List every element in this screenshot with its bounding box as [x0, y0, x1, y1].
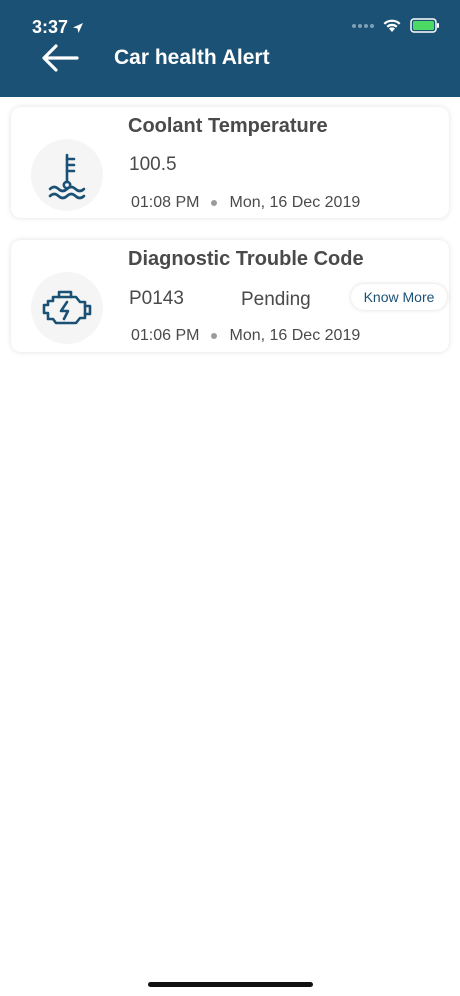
- app-header: 3:37 Car health Alert: [0, 0, 460, 97]
- alert-card-coolant[interactable]: Coolant Temperature 100.5 01:08 PM Mon, …: [11, 107, 449, 218]
- wifi-icon: [383, 19, 401, 32]
- alert-title: Diagnostic Trouble Code: [128, 248, 364, 270]
- separator-dot: [211, 333, 218, 339]
- know-more-button[interactable]: Know More: [351, 284, 447, 310]
- alert-value: 100.5: [129, 154, 177, 175]
- alert-status: Pending: [241, 289, 311, 310]
- alert-title: Coolant Temperature: [128, 115, 328, 137]
- separator-dot: [211, 200, 218, 206]
- page-title: Car health Alert: [114, 46, 270, 69]
- coolant-temperature-icon: [48, 153, 86, 200]
- alert-date: Mon, 16 Dec 2019: [229, 194, 361, 211]
- status-bar-right: [352, 18, 440, 33]
- status-bar-time: 3:37: [32, 17, 84, 38]
- alert-date: Mon, 16 Dec 2019: [229, 327, 361, 344]
- back-arrow-icon: [42, 44, 79, 72]
- home-indicator[interactable]: [148, 982, 313, 987]
- battery-icon: [410, 18, 439, 33]
- alert-icon-circle: [31, 139, 103, 211]
- alert-icon-circle: [31, 272, 103, 344]
- location-arrow-icon: [73, 22, 84, 33]
- back-button[interactable]: [40, 40, 80, 76]
- alert-card-dtc[interactable]: Diagnostic Trouble Code P0143 Pending Kn…: [11, 240, 449, 352]
- alert-time: 01:06 PM: [131, 327, 200, 344]
- alert-meta: 01:08 PM Mon, 16 Dec 2019: [131, 194, 360, 212]
- alert-time: 01:08 PM: [131, 194, 200, 211]
- engine-check-icon: [42, 290, 92, 325]
- alert-value: P0143: [129, 288, 184, 309]
- alert-meta: 01:06 PM Mon, 16 Dec 2019: [131, 327, 360, 345]
- cellular-signal-icon: [352, 23, 374, 28]
- status-time-text: 3:37: [32, 17, 69, 37]
